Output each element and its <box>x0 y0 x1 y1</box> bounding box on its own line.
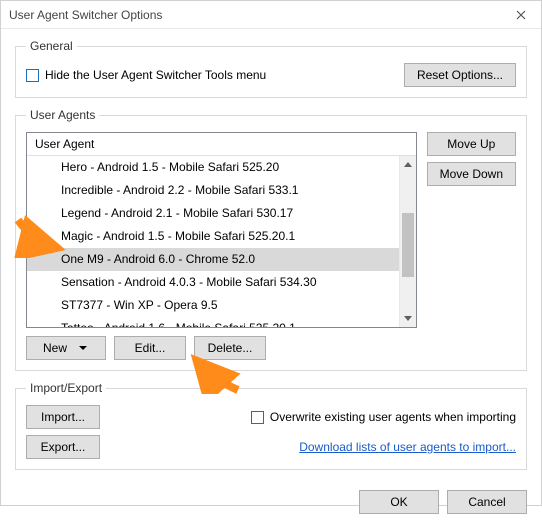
list-side-buttons: Move Up Move Down <box>427 132 516 328</box>
list-scroll: Hero - Android 1.5 - Mobile Safari 525.2… <box>27 156 416 327</box>
user-agents-body: User Agent Hero - Android 1.5 - Mobile S… <box>26 132 516 328</box>
user-agents-group: User Agents User Agent Hero - Android 1.… <box>15 108 527 371</box>
import-export-body: Import... Overwrite existing user agents… <box>26 405 516 459</box>
import-export-group: Import/Export Import... Overwrite existi… <box>15 381 527 470</box>
download-lists-link[interactable]: Download lists of user agents to import.… <box>299 440 516 454</box>
close-button[interactable] <box>501 1 541 29</box>
import-row: Import... Overwrite existing user agents… <box>26 405 516 429</box>
list-item[interactable]: Magic - Android 1.5 - Mobile Safari 525.… <box>27 225 399 248</box>
general-legend: General <box>26 39 77 53</box>
user-agent-actions: New Edit... Delete... <box>26 336 516 360</box>
ok-button[interactable]: OK <box>359 490 439 514</box>
list-item[interactable]: Incredible - Android 2.2 - Mobile Safari… <box>27 179 399 202</box>
options-window: User Agent Switcher Options General Hide… <box>0 0 542 506</box>
list-item-selected[interactable]: One M9 - Android 6.0 - Chrome 52.0 <box>27 248 399 271</box>
content-area: General Hide the User Agent Switcher Too… <box>1 29 541 482</box>
chevron-up-icon <box>404 162 412 167</box>
hide-tools-checkbox[interactable] <box>26 69 39 82</box>
overwrite-label: Overwrite existing user agents when impo… <box>270 410 516 424</box>
list-item[interactable]: ST7377 - Win XP - Opera 9.5 <box>27 294 399 317</box>
cancel-button[interactable]: Cancel <box>447 490 527 514</box>
export-row: Export... Download lists of user agents … <box>26 435 516 459</box>
hide-tools-option[interactable]: Hide the User Agent Switcher Tools menu <box>26 68 266 82</box>
scroll-track[interactable] <box>400 173 416 310</box>
move-down-button[interactable]: Move Down <box>427 162 516 186</box>
list-item[interactable]: Sensation - Android 4.0.3 - Mobile Safar… <box>27 271 399 294</box>
window-title: User Agent Switcher Options <box>9 8 162 22</box>
new-button[interactable]: New <box>26 336 106 360</box>
general-group: General Hide the User Agent Switcher Too… <box>15 39 527 98</box>
delete-button[interactable]: Delete... <box>194 336 266 360</box>
list-item[interactable]: Tattoo - Android 1.6 - Mobile Safari 525… <box>27 317 399 327</box>
close-icon <box>516 10 526 20</box>
move-up-button[interactable]: Move Up <box>427 132 516 156</box>
overwrite-checkbox[interactable] <box>251 411 264 424</box>
list-item[interactable]: Hero - Android 1.5 - Mobile Safari 525.2… <box>27 156 399 179</box>
overwrite-option[interactable]: Overwrite existing user agents when impo… <box>251 410 516 424</box>
dropdown-caret-icon <box>79 346 87 350</box>
scroll-thumb[interactable] <box>402 213 414 277</box>
user-agent-list[interactable]: User Agent Hero - Android 1.5 - Mobile S… <box>26 132 417 328</box>
edit-button[interactable]: Edit... <box>114 336 186 360</box>
reset-options-button[interactable]: Reset Options... <box>404 63 516 87</box>
hide-tools-label: Hide the User Agent Switcher Tools menu <box>45 68 266 82</box>
new-button-label: New <box>43 341 67 355</box>
list-items: Hero - Android 1.5 - Mobile Safari 525.2… <box>27 156 399 327</box>
scroll-down-button[interactable] <box>400 310 416 327</box>
import-button[interactable]: Import... <box>26 405 100 429</box>
dialog-footer: OK Cancel <box>1 482 541 526</box>
scroll-up-button[interactable] <box>400 156 416 173</box>
chevron-down-icon <box>404 316 412 321</box>
general-row: Hide the User Agent Switcher Tools menu … <box>26 63 516 87</box>
list-item[interactable]: Legend - Android 2.1 - Mobile Safari 530… <box>27 202 399 225</box>
list-column-header[interactable]: User Agent <box>27 133 416 156</box>
titlebar: User Agent Switcher Options <box>1 1 541 29</box>
user-agents-legend: User Agents <box>26 108 99 122</box>
export-button[interactable]: Export... <box>26 435 100 459</box>
scrollbar[interactable] <box>399 156 416 327</box>
import-export-legend: Import/Export <box>26 381 106 395</box>
